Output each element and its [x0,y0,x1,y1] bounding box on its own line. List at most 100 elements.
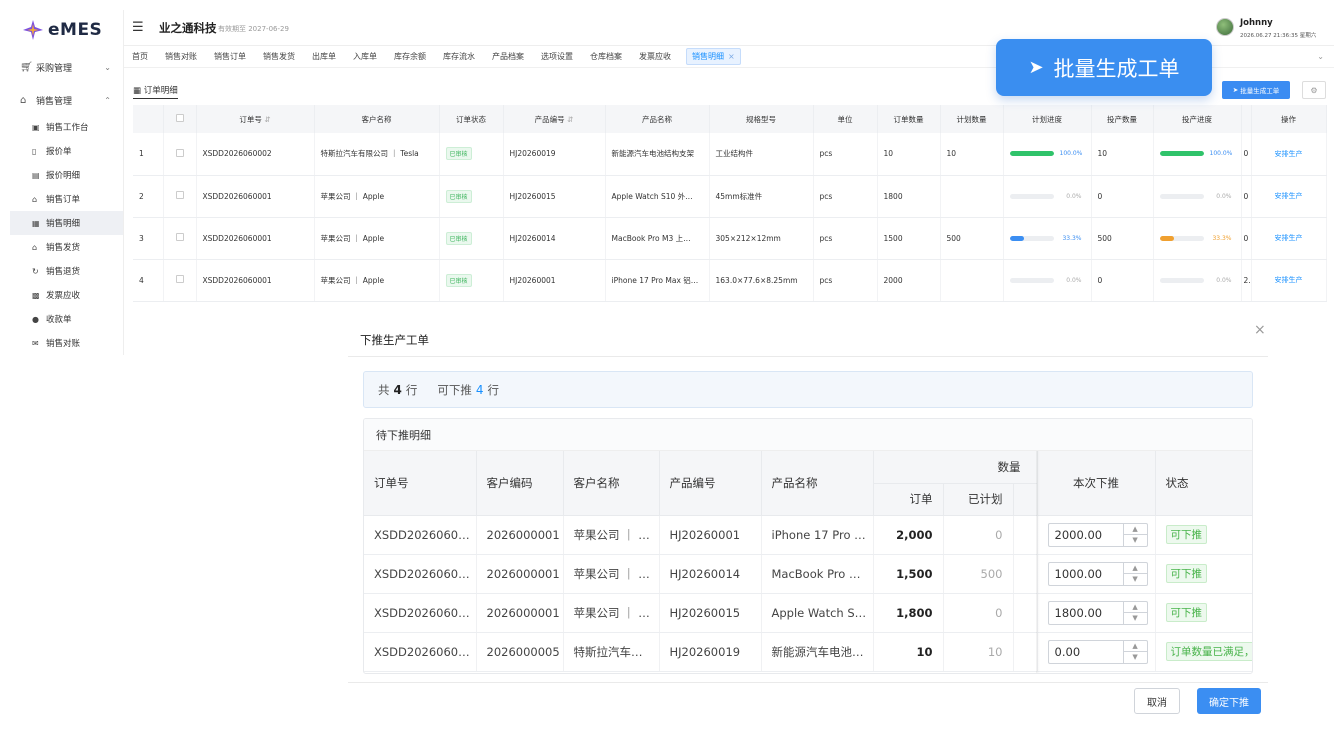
spec: 305×212×12mm [709,217,814,260]
sidebar-item-sales-return[interactable]: ↻ 销售退货 [10,259,123,283]
tab-sales-order[interactable]: 销售订单 [212,48,248,65]
sort-icon[interactable]: ⇵ [264,115,270,124]
order-status: 已审核 [439,175,504,218]
arrange-production-link[interactable]: 安排生产 [1275,234,1303,242]
sidebar-item-quotation[interactable]: ▯ 报价单 [10,139,123,163]
chevron-down-icon[interactable]: ▼ [1123,534,1147,546]
push-qty-value[interactable]: 0.00 [1049,641,1123,663]
menu-group-sales[interactable]: ⌂ 销售管理 ⌃ [10,85,123,115]
cancel-button[interactable]: 取消 [1134,688,1180,714]
chevron-up-icon[interactable]: ▲ [1124,641,1147,652]
chevron-up-icon[interactable]: ▲ [1124,563,1147,574]
tab-product-archive[interactable]: 产品档案 [490,48,526,65]
table-row[interactable]: 4 XSDD2026060001 苹果公司 ｜ Apple 已审核 HJ20260001… [133,259,1327,302]
row-select[interactable] [163,217,197,260]
row-select[interactable] [163,259,197,302]
col-order-no[interactable]: 订单号 ⇵ [196,105,315,133]
row-select[interactable] [163,133,197,176]
tab-options[interactable]: 选项设置 [539,48,575,65]
sidebar-item-label: 销售工作台 [46,123,89,133]
sidebar-item-sales-delivery[interactable]: ⌂ 销售发货 [10,235,123,259]
pending-detail-table: 订单号 客户编码 客户名称 产品编号 产品名称 数量 本次下推 状态 订单 已计… [364,451,1252,672]
user-info[interactable]: Johnny 2026.06.27 21:36:35 星期六 [1216,16,1326,42]
tab-sales-detail[interactable]: 销售明细 × [686,48,741,65]
status-badge: 已审核 [445,147,472,161]
close-icon[interactable]: × [728,52,735,61]
row-select[interactable] [163,175,197,218]
tab-warehouse[interactable]: 仓库档案 [588,48,624,65]
push-qty-stepper[interactable]: 1000.00 ▲ ▼ [1047,561,1148,586]
push-qty-value[interactable]: 2000.00 [1049,524,1123,546]
tab-sales-delivery[interactable]: 销售发货 [261,48,297,65]
sidebar-item-receipt[interactable]: ● 收款单 [10,307,123,331]
push-qty-stepper[interactable]: 0.00 ▲ ▼ [1047,639,1148,664]
order-no: XSDD2026060001 [196,259,315,302]
push-qty-stepper[interactable]: 2000.00 ▲ ▼ [1047,522,1148,547]
select-all-checkbox[interactable] [175,114,184,122]
chevron-down-icon[interactable]: ⌄ [1317,52,1324,61]
confirm-push-button[interactable]: 确定下推 [1197,688,1261,714]
progress-bar [1159,193,1204,199]
arrange-production-link[interactable]: 安排生产 [1275,192,1303,200]
product-no: HJ20260019 [659,632,762,672]
chevron-down-icon[interactable]: ▼ [1123,651,1147,663]
sidebar-item-quotation-detail[interactable]: ▤ 报价明细 [10,163,123,187]
tab-outbound[interactable]: 出库单 [310,48,338,65]
sidebar-item-sales-workbench[interactable]: ▣ 销售工作台 [10,115,123,139]
refresh-icon: ↻ [32,266,39,276]
tab-sales-reconcile[interactable]: 销售对账 [163,48,199,65]
sidebar-item-sales-reconcile[interactable]: ✉ 销售对账 [10,331,123,355]
progress-fill [1009,235,1025,241]
sidebar-item-sales-detail[interactable]: ▦ 销售明细 [10,211,123,235]
row-checkbox[interactable] [175,148,184,157]
divider [348,682,1268,683]
menu-toggle-icon[interactable]: ☰ [132,20,144,35]
col-product-name: 产品名称 [605,105,710,133]
progress-text: 0.0% [1066,192,1082,200]
tab-invoice[interactable]: 发票应收 [637,48,673,65]
arrange-production-link[interactable]: 安排生产 [1275,150,1303,158]
menu-group-purchase[interactable]: 🛒︎ 采购管理 ⌄ [10,52,123,82]
table-row[interactable]: 1 XSDD2026060002 特斯拉汽车有限公司 ｜ Tesla 已审核 HJ202… [133,133,1327,176]
chevron-down-icon[interactable]: ▼ [1123,612,1147,624]
sidebar-item-label: 销售退货 [46,267,81,277]
app-logo[interactable]: eMES [10,10,123,50]
order-status: 已审核 [439,259,504,302]
sort-icon[interactable]: ⇵ [567,115,573,124]
col-select[interactable] [163,105,197,133]
close-icon[interactable]: × [1254,322,1266,338]
row-checkbox[interactable] [175,275,184,283]
batch-generate-button[interactable]: ➤ 批量生成工单 [1222,81,1290,99]
menu-group-label: 销售管理 [36,96,73,107]
mail-icon: ✉ [32,338,39,348]
chevron-up-icon[interactable]: ▲ [1124,524,1147,535]
customer-code: 2026000001 [476,593,564,633]
tab-stock-balance[interactable]: 库存余额 [392,48,428,65]
sidebar-item-sales-order[interactable]: ⌂ 销售订单 [10,187,123,211]
customer-name: 特斯拉汽车… [563,632,660,672]
table-row[interactable]: 3 XSDD2026060001 苹果公司 ｜ Apple 已审核 HJ20260014… [133,217,1327,260]
tab-home[interactable]: 首页 [130,48,150,65]
settings-button[interactable]: ⚙ [1302,81,1326,99]
push-qty-value[interactable]: 1000.00 [1049,563,1123,585]
push-qty-value[interactable]: 1800.00 [1049,602,1123,624]
row-checkbox[interactable] [175,233,184,241]
product-no: HJ20260001 [503,259,606,302]
row-checkbox[interactable] [175,191,184,199]
tab-stock-flow[interactable]: 库存流水 [441,48,477,65]
avatar[interactable] [1216,18,1234,36]
tab-inbound[interactable]: 入库单 [351,48,379,65]
col-operation: 操作 [1251,105,1327,133]
chevron-down-icon[interactable]: ▼ [1123,573,1147,585]
table-row[interactable]: 2 XSDD2026060001 苹果公司 ｜ Apple 已审核 HJ20260015… [133,175,1327,218]
col-product-no[interactable]: 产品编号 ⇵ [503,105,606,133]
product-name: Apple Watch S10 外… [605,175,710,218]
extra-value: 20 [1241,259,1252,302]
chevron-up-icon: ⌃ [104,95,111,105]
push-qty-stepper[interactable]: 1800.00 ▲ ▼ [1047,600,1148,625]
arrange-production-link[interactable]: 安排生产 [1275,276,1303,284]
batch-generate-big-button[interactable]: ➤ 批量生成工单 [996,39,1212,96]
planned-qty: 0 [943,593,1014,633]
sidebar-item-invoice-receivable[interactable]: ▩ 发票应收 [10,283,123,307]
chevron-up-icon[interactable]: ▲ [1124,602,1147,613]
